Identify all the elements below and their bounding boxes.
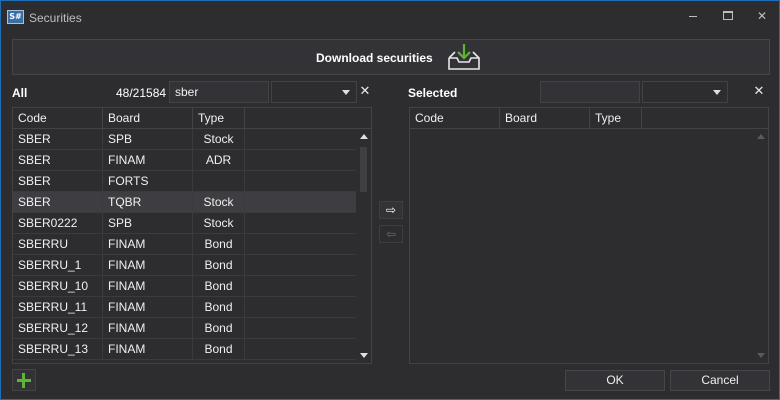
table-row[interactable]: SBER TQBR Stock	[13, 192, 358, 213]
scroll-up-icon[interactable]	[360, 134, 368, 139]
table-row[interactable]: SBERRU_10 FINAM Bond	[13, 276, 358, 297]
cell-code: SBER0222	[13, 213, 103, 233]
all-securities-grid[interactable]: Code Board Type SBER SPB Stock SBER FINAM ADR…	[12, 107, 372, 364]
cell-board: FINAM	[103, 255, 193, 275]
app-icon: S#	[7, 10, 24, 24]
grid-header: Code Board Type	[13, 108, 371, 129]
table-row[interactable]: SBER SPB Stock	[13, 129, 358, 150]
column-header-code[interactable]: Code	[13, 108, 103, 128]
table-row[interactable]: SBER FORTS	[13, 171, 358, 192]
right-filter-dropdown[interactable]	[642, 81, 728, 103]
download-tray-icon	[448, 44, 480, 70]
table-row[interactable]: SBERRU_1 FINAM Bond	[13, 255, 358, 276]
close-button[interactable]: ✕	[751, 7, 773, 25]
cell-board: FINAM	[103, 297, 193, 317]
left-filter-dropdown[interactable]	[271, 81, 357, 103]
cell-type: Stock	[193, 192, 245, 212]
column-header-code[interactable]: Code	[410, 108, 500, 128]
cell-board: TQBR	[103, 192, 193, 212]
column-header-type[interactable]: Type	[193, 108, 245, 128]
right-search-input[interactable]	[540, 81, 640, 103]
cell-board: FINAM	[103, 276, 193, 296]
cell-type: Bond	[193, 276, 245, 296]
minimize-button[interactable]	[682, 7, 704, 25]
grid-header: Code Board Type	[410, 108, 768, 129]
cell-type: Bond	[193, 234, 245, 254]
cell-code: SBER	[13, 150, 103, 170]
all-label: All	[12, 86, 28, 100]
selected-securities-grid[interactable]: Code Board Type	[409, 107, 769, 364]
chevron-down-icon	[713, 90, 721, 95]
column-header-type[interactable]: Type	[590, 108, 642, 128]
rows-container: SBER SPB Stock SBER FINAM ADR SBER FORTS SBER TQB…	[13, 129, 358, 360]
cell-board: FORTS	[103, 171, 193, 191]
right-scrollbar[interactable]	[753, 129, 768, 363]
cell-board: FINAM	[103, 150, 193, 170]
scroll-thumb[interactable]	[360, 147, 367, 192]
cell-board: FINAM	[103, 339, 193, 359]
maximize-icon	[723, 11, 733, 20]
add-button[interactable]	[12, 369, 36, 391]
cell-type: Bond	[193, 255, 245, 275]
cell-code: SBERRU	[13, 234, 103, 254]
cell-code: SBERRU_11	[13, 297, 103, 317]
left-clear-icon[interactable]: ✕	[358, 84, 372, 100]
close-icon: ✕	[756, 9, 768, 23]
title-bar[interactable]: S# Securities ✕	[1, 1, 779, 33]
ok-button[interactable]: OK	[565, 370, 665, 391]
table-row[interactable]: SBERRU_11 FINAM Bond	[13, 297, 358, 318]
cell-type: Bond	[193, 318, 245, 338]
cell-board: SPB	[103, 213, 193, 233]
table-row[interactable]: SBERRU FINAM Bond	[13, 234, 358, 255]
right-clear-icon[interactable]: ✕	[752, 84, 766, 100]
table-row[interactable]: SBER0222 SPB Stock	[13, 213, 358, 234]
cell-code: SBER	[13, 171, 103, 191]
cell-code: SBERRU_10	[13, 276, 103, 296]
remove-from-selected-button[interactable]: ⇦	[379, 225, 403, 243]
chevron-down-icon	[342, 90, 350, 95]
cell-type: ADR	[193, 150, 245, 170]
cell-board: FINAM	[103, 234, 193, 254]
securities-count: 48/21584	[116, 86, 167, 100]
cell-code: SBER	[13, 192, 103, 212]
cell-type: Stock	[193, 213, 245, 233]
download-label: Download securities	[316, 51, 433, 65]
table-row[interactable]: SBER FINAM ADR	[13, 150, 358, 171]
arrow-left-icon: ⇦	[385, 227, 397, 241]
cancel-button[interactable]: Cancel	[670, 370, 770, 391]
cell-board: SPB	[103, 129, 193, 149]
cell-type: Bond	[193, 297, 245, 317]
table-row[interactable]: SBERRU_13 FINAM Bond	[13, 339, 358, 360]
table-row[interactable]: SBERRU_12 FINAM Bond	[13, 318, 358, 339]
left-search-input[interactable]: sber	[169, 81, 269, 103]
column-header-board[interactable]: Board	[500, 108, 590, 128]
cell-type: Stock	[193, 129, 245, 149]
cell-code: SBERRU_1	[13, 255, 103, 275]
scroll-down-icon[interactable]	[360, 353, 368, 358]
selected-label: Selected	[408, 86, 458, 100]
minimize-icon	[689, 16, 697, 17]
securities-window: S# Securities ✕ Download securities All …	[0, 0, 780, 400]
cell-code: SBER	[13, 129, 103, 149]
cell-code: SBERRU_13	[13, 339, 103, 359]
cell-type	[193, 171, 245, 191]
column-header-board[interactable]: Board	[103, 108, 193, 128]
cell-board: FINAM	[103, 318, 193, 338]
maximize-button[interactable]	[717, 7, 739, 25]
add-to-selected-button[interactable]: ⇨	[379, 201, 403, 219]
scroll-down-icon[interactable]	[757, 353, 765, 358]
window-title: Securities	[29, 11, 82, 25]
scroll-up-icon[interactable]	[757, 134, 765, 139]
left-scrollbar[interactable]	[356, 129, 371, 363]
cell-code: SBERRU_12	[13, 318, 103, 338]
cell-type: Bond	[193, 339, 245, 359]
download-securities-button[interactable]: Download securities	[12, 39, 770, 75]
arrow-right-icon: ⇨	[385, 203, 397, 217]
